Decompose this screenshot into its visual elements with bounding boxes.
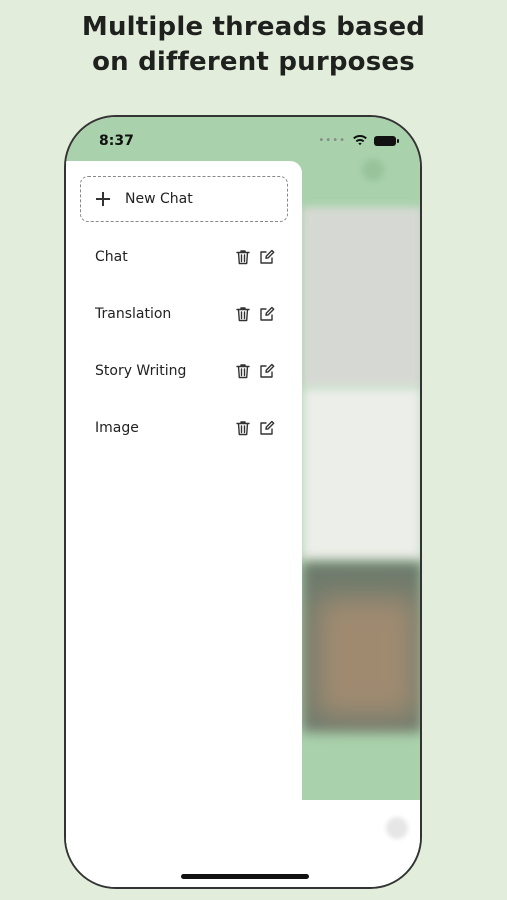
thread-item-translation[interactable]: Translation bbox=[80, 294, 288, 334]
trash-icon[interactable] bbox=[234, 362, 252, 380]
new-chat-button[interactable]: New Chat bbox=[80, 176, 288, 222]
wifi-icon bbox=[353, 135, 367, 146]
trash-icon[interactable] bbox=[234, 248, 252, 266]
edit-icon[interactable] bbox=[258, 305, 276, 323]
edit-icon[interactable] bbox=[258, 248, 276, 266]
thread-label: Translation bbox=[95, 306, 172, 322]
headline-line-2: on different purposes bbox=[92, 47, 415, 77]
blurred-header-icon bbox=[362, 159, 384, 181]
battery-icon bbox=[374, 135, 399, 146]
thread-drawer: New Chat Chat Translation Story Writing bbox=[66, 161, 302, 887]
thread-label: Chat bbox=[95, 249, 128, 265]
trash-icon[interactable] bbox=[234, 419, 252, 437]
edit-icon[interactable] bbox=[258, 362, 276, 380]
blurred-image-detail bbox=[316, 597, 416, 717]
headline-line-1: Multiple threads based bbox=[81, 12, 426, 42]
thread-label: Image bbox=[95, 420, 139, 436]
phone-frame: 8:37 •••• New Chat Chat Translation Stor… bbox=[64, 115, 422, 889]
plus-icon bbox=[96, 192, 110, 206]
thread-label: Story Writing bbox=[95, 363, 187, 379]
thread-item-image[interactable]: Image bbox=[80, 408, 288, 448]
thread-item-story-writing[interactable]: Story Writing bbox=[80, 351, 288, 391]
edit-icon[interactable] bbox=[258, 419, 276, 437]
promo-headline: Multiple threads based on different purp… bbox=[0, 10, 507, 80]
status-time: 8:37 bbox=[99, 133, 134, 149]
status-icons: •••• bbox=[318, 134, 399, 147]
home-indicator[interactable] bbox=[181, 874, 309, 879]
blurred-message-2 bbox=[302, 387, 420, 562]
new-chat-label: New Chat bbox=[125, 191, 193, 207]
blurred-message-1 bbox=[302, 207, 420, 387]
blurred-send-button bbox=[386, 817, 408, 839]
signal-icon: •••• bbox=[318, 135, 346, 146]
thread-item-chat[interactable]: Chat bbox=[80, 237, 288, 277]
trash-icon[interactable] bbox=[234, 305, 252, 323]
